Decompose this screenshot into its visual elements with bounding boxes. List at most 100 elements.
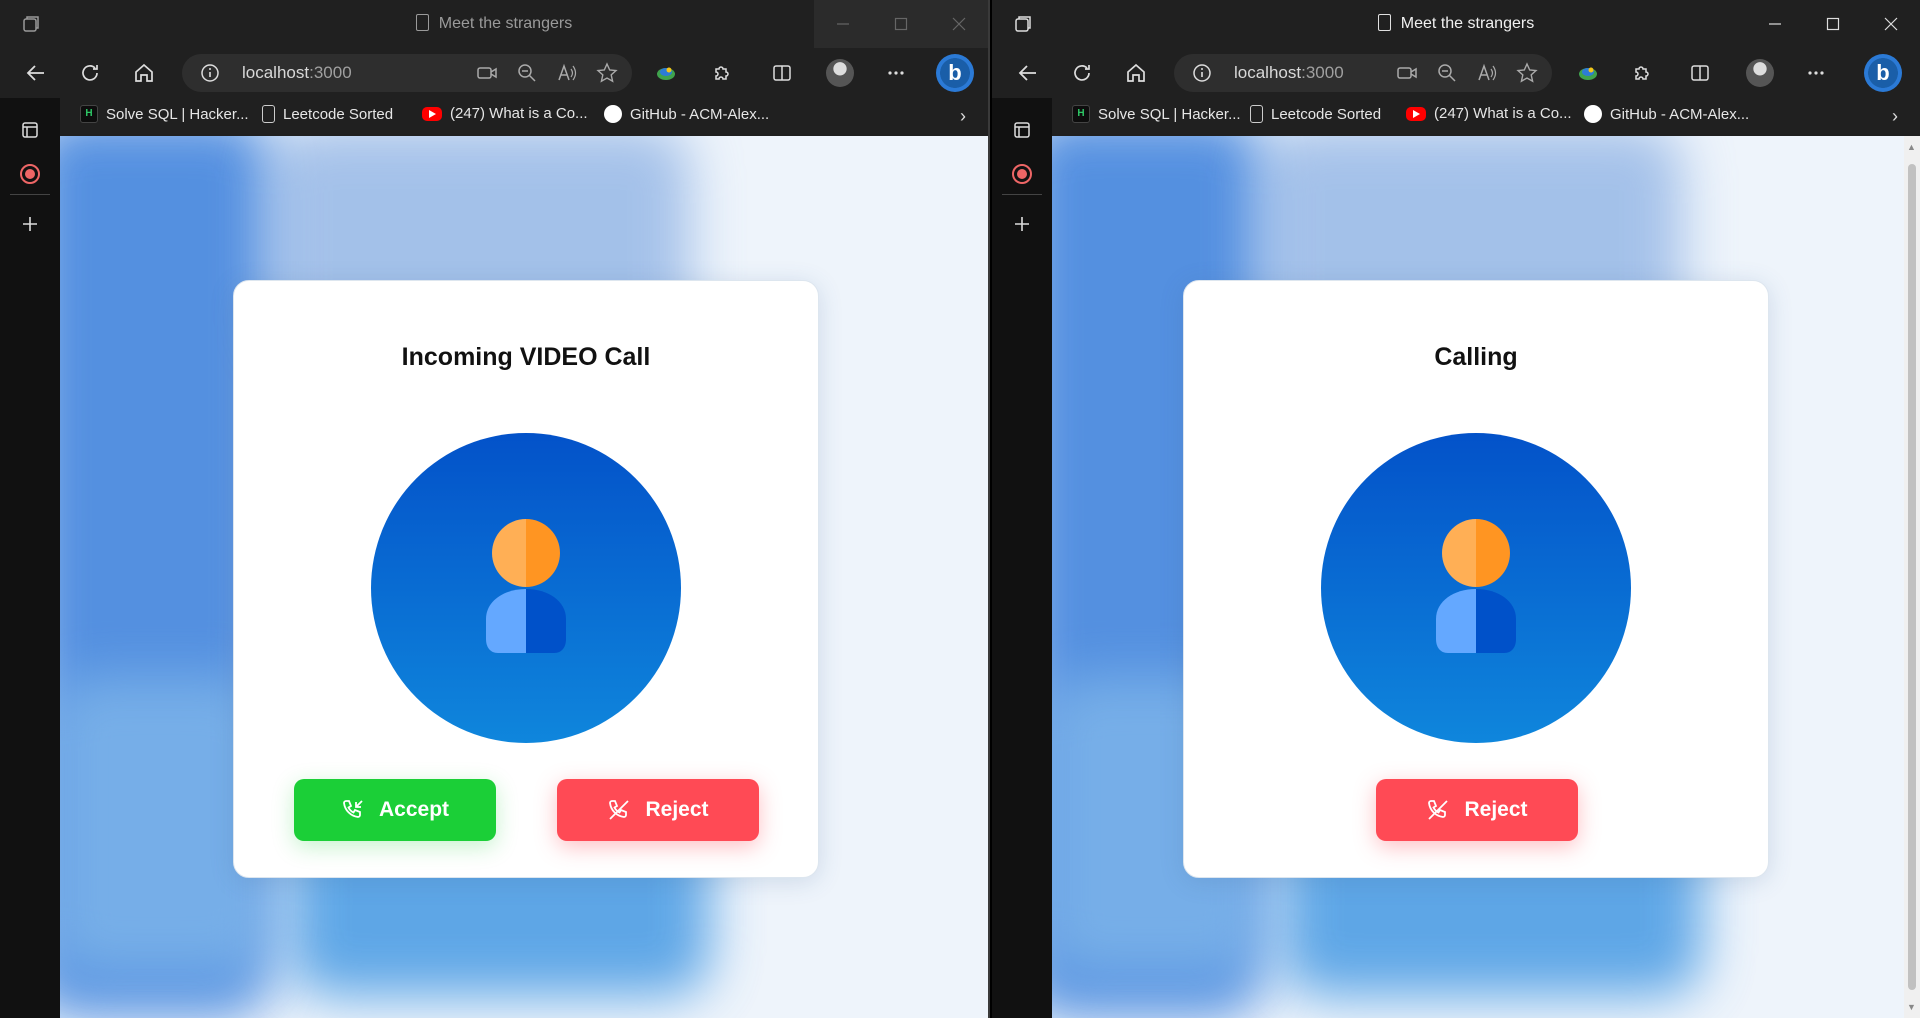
youtube-icon	[422, 106, 442, 121]
back-button[interactable]	[1012, 57, 1044, 89]
chevron-right-icon[interactable]: ›	[1892, 106, 1898, 127]
site-info-icon[interactable]	[1192, 63, 1212, 83]
maximize-icon	[894, 17, 908, 31]
new-tab-button[interactable]	[1008, 210, 1036, 238]
copilot-button[interactable]: b	[936, 54, 974, 92]
camera-permission-icon[interactable]	[1396, 62, 1418, 84]
split-screen-button[interactable]	[766, 57, 798, 89]
bookmark-youtube[interactable]: (247) What is a Co...	[1406, 105, 1572, 122]
back-arrow-icon	[26, 65, 44, 81]
split-screen-button[interactable]	[1684, 57, 1716, 89]
accept-button[interactable]: Accept	[294, 779, 496, 841]
title-bar: Meet the strangers	[0, 0, 988, 48]
scroll-up-icon[interactable]: ▲	[1907, 142, 1916, 152]
accept-label: Accept	[378, 798, 450, 821]
bookmark-hackerrank[interactable]: H Solve SQL | Hacker...	[1072, 105, 1241, 123]
sidebar-divider	[1002, 194, 1042, 195]
github-icon	[604, 105, 622, 123]
back-button[interactable]	[20, 57, 52, 89]
callee-avatar	[1321, 433, 1631, 743]
workspaces-icon[interactable]	[1012, 13, 1034, 35]
bookmark-github[interactable]: GitHub - ACM-Alex...	[604, 105, 769, 123]
copilot-button[interactable]: b	[1864, 54, 1902, 92]
phone-off-icon	[609, 800, 630, 820]
close-button[interactable]	[1862, 0, 1920, 48]
bookmark-github[interactable]: GitHub - ACM-Alex...	[1584, 105, 1749, 123]
minimize-button[interactable]	[1746, 0, 1804, 48]
hackerrank-icon: H	[80, 105, 98, 123]
bookmark-youtube[interactable]: (247) What is a Co...	[422, 105, 588, 122]
phone-incoming-icon	[343, 800, 363, 818]
extension-colorful-button[interactable]	[650, 57, 682, 89]
profile-button[interactable]	[824, 57, 856, 89]
url-text: localhost:3000	[1234, 63, 1344, 83]
recording-tab[interactable]	[16, 160, 44, 188]
extension-colorful-button[interactable]	[1572, 57, 1604, 89]
chevron-right-icon[interactable]: ›	[960, 106, 966, 127]
puzzle-icon	[715, 66, 729, 80]
close-button[interactable]	[930, 0, 988, 48]
refresh-button[interactable]	[1066, 57, 1098, 89]
reject-button[interactable]: Reject	[1376, 779, 1578, 841]
address-bar[interactable]: localhost:3000	[182, 54, 632, 92]
scrollbar-thumb[interactable]	[1908, 164, 1916, 990]
bookmark-leetcode[interactable]: Leetcode Sorted	[262, 105, 393, 123]
tab-actions-button[interactable]	[16, 116, 44, 144]
maximize-button[interactable]	[1804, 0, 1862, 48]
read-aloud-icon[interactable]	[1476, 62, 1498, 84]
zoom-out-icon[interactable]	[516, 62, 538, 84]
scroll-down-icon[interactable]: ▼	[1907, 1002, 1916, 1012]
window-title-text: Meet the strangers	[438, 15, 573, 32]
reject-button[interactable]: Reject	[557, 779, 759, 841]
phone-off-icon	[1428, 800, 1449, 820]
more-options-button[interactable]	[880, 57, 912, 89]
url-port: :3000	[309, 63, 352, 82]
favorite-star-icon[interactable]	[596, 62, 618, 84]
url-port: :3000	[1301, 63, 1344, 82]
bookmark-hackerrank[interactable]: H Solve SQL | Hacker...	[80, 105, 249, 123]
refresh-icon	[1074, 65, 1090, 81]
page-viewport: Incoming VIDEO Call Accept Reject	[60, 136, 988, 1018]
bing-copilot-icon: b	[1864, 54, 1902, 92]
address-bar[interactable]: localhost:3000	[1174, 54, 1552, 92]
refresh-button[interactable]	[74, 57, 106, 89]
url-host: localhost	[242, 63, 310, 82]
home-button[interactable]	[1120, 57, 1152, 89]
workspaces-icon[interactable]	[20, 13, 42, 35]
url-host: localhost	[1234, 63, 1302, 82]
home-icon	[1127, 63, 1145, 82]
tab-actions-button[interactable]	[1008, 116, 1036, 144]
bookmark-leetcode[interactable]: Leetcode Sorted	[1250, 105, 1381, 123]
maximize-button[interactable]	[872, 0, 930, 48]
refresh-icon	[82, 65, 98, 81]
reject-label: Reject	[645, 798, 709, 821]
bookmark-label: (247) What is a Co...	[1434, 105, 1572, 122]
bookmark-label: Leetcode Sorted	[283, 105, 394, 123]
vertical-scrollbar[interactable]: ▲ ▼	[1904, 136, 1920, 1018]
profile-button[interactable]	[1744, 57, 1776, 89]
close-icon	[1884, 17, 1898, 31]
hackerrank-icon: H	[1072, 105, 1090, 123]
extensions-button[interactable]	[706, 57, 738, 89]
plus-icon	[1015, 217, 1029, 231]
camera-permission-icon[interactable]	[476, 62, 498, 84]
favorite-star-icon[interactable]	[1516, 62, 1538, 84]
more-dots-icon	[888, 71, 904, 75]
tab-actions-icon	[1014, 122, 1030, 138]
minimize-button[interactable]	[814, 0, 872, 48]
home-button[interactable]	[128, 57, 160, 89]
bookmark-label: Solve SQL | Hacker...	[106, 105, 249, 123]
read-aloud-icon[interactable]	[556, 62, 578, 84]
new-tab-button[interactable]	[16, 210, 44, 238]
tab-actions-icon	[22, 122, 38, 138]
recording-tab[interactable]	[1008, 160, 1036, 188]
zoom-out-icon[interactable]	[1436, 62, 1458, 84]
more-options-button[interactable]	[1800, 57, 1832, 89]
extensions-button[interactable]	[1626, 57, 1658, 89]
bookmarks-bar: H Solve SQL | Hacker... Leetcode Sorted (…	[60, 98, 988, 134]
back-arrow-icon	[1018, 65, 1036, 81]
bing-copilot-icon: b	[936, 54, 974, 92]
site-info-icon[interactable]	[200, 63, 220, 83]
calling-dialog: Calling Reject	[1183, 280, 1769, 878]
page-icon	[1377, 14, 1391, 31]
